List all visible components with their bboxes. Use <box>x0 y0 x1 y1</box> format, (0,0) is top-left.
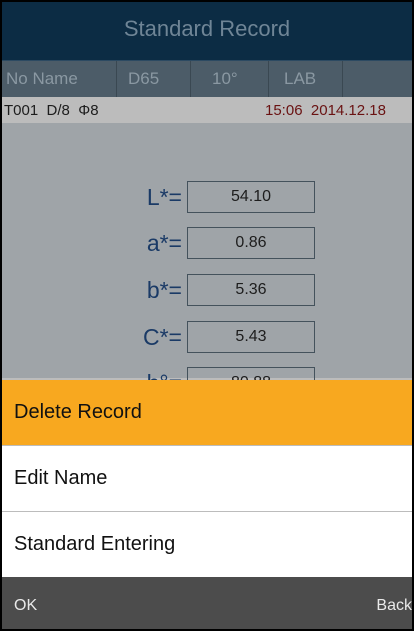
record-info-row: T001 D/8 Φ8 15:06 2014.12.18 <box>2 97 412 123</box>
menu-item-label: Standard Entering <box>14 533 176 555</box>
time: 15:06 <box>265 102 303 119</box>
value-box: 54.10 <box>187 181 315 213</box>
softkey-bar: OK Back <box>2 577 412 629</box>
date: 2014.12.18 <box>310 102 386 119</box>
ok-button[interactable]: OK <box>14 597 37 615</box>
value-label: C*= <box>143 324 182 350</box>
record-id: T001 <box>4 102 39 119</box>
menu-item-label: Edit Name <box>14 467 108 489</box>
value-box: 5.36 <box>187 274 315 306</box>
value-row-l: L*= 54.10 <box>2 181 412 213</box>
context-menu: Delete Record Edit Name Standard Enterin… <box>2 380 412 577</box>
geometry: D/8 <box>46 102 70 119</box>
menu-item-standard-entering[interactable]: Standard Entering <box>2 512 412 577</box>
divider <box>116 61 117 97</box>
divider <box>268 61 269 97</box>
menu-item-delete-record[interactable]: Delete Record <box>2 380 412 445</box>
back-button[interactable]: Back <box>376 597 412 615</box>
device-screen: Standard Record No Name D65 10° LAB T001… <box>2 2 412 629</box>
record-name: No Name <box>6 69 78 88</box>
menu-item-edit-name[interactable]: Edit Name <box>2 446 412 511</box>
value-row-b: b*= 5.36 <box>2 274 412 306</box>
divider <box>190 61 191 97</box>
aperture: Φ8 <box>78 102 99 119</box>
color-space-label: LAB <box>284 69 317 88</box>
measurement-settings-bar: No Name D65 10° LAB <box>2 61 412 97</box>
value-box: 0.86 <box>187 227 315 259</box>
value-box: 5.43 <box>187 321 315 353</box>
illuminant-label: D65 <box>128 69 160 88</box>
observer-label: 10° <box>212 69 238 88</box>
record-info-left: T001 D/8 Φ8 <box>4 102 99 119</box>
value-label: b*= <box>146 277 182 303</box>
value-label: L*= <box>146 184 182 210</box>
value-row-c: C*= 5.43 <box>2 321 412 353</box>
title-bar: Standard Record <box>2 2 412 61</box>
divider <box>342 61 343 97</box>
value-row-a: a*= 0.86 <box>2 227 412 259</box>
timestamp: 15:06 2014.12.18 <box>265 102 386 119</box>
page-title: Standard Record <box>123 16 291 41</box>
color-values-panel: L*= 54.10 a*= 0.86 b*= 5.36 C*= 5.43 h°=… <box>2 123 412 399</box>
value-label: a*= <box>146 230 182 256</box>
menu-item-label: Delete Record <box>14 401 142 423</box>
